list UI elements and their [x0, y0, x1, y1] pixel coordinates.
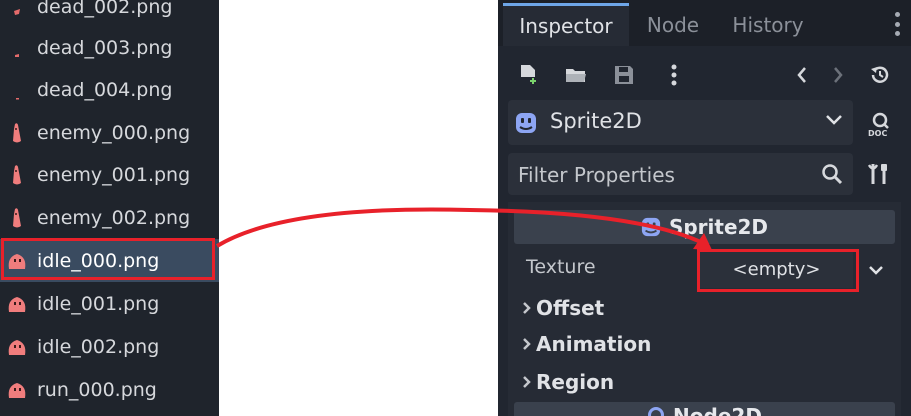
tab-label: Node — [646, 12, 700, 37]
enemy-sprite-icon — [5, 121, 29, 145]
chevron-right-icon — [522, 301, 532, 315]
chevron-right-icon — [522, 337, 532, 351]
slime-sprite-icon — [5, 249, 29, 273]
node2d-icon — [647, 406, 665, 416]
file-item[interactable]: enemy_000.png — [0, 111, 219, 154]
file-item[interactable]: dead_002.png — [0, 0, 219, 28]
node-class-selector[interactable]: Sprite2D — [508, 100, 853, 145]
chevron-down-icon — [825, 112, 843, 131]
tab-history[interactable]: History — [720, 3, 816, 46]
doc-icon[interactable]: DOC — [866, 110, 894, 138]
svg-text:DOC: DOC — [868, 129, 887, 137]
chevron-down-icon[interactable] — [868, 261, 884, 280]
dock-menu-button[interactable] — [895, 12, 901, 36]
file-name: idle_002.png — [37, 335, 160, 358]
new-resource-icon[interactable] — [518, 64, 540, 86]
file-name: enemy_001.png — [37, 163, 191, 186]
forward-arrow-icon[interactable] — [828, 64, 848, 86]
property-list: Sprite2D Texture <empty> Offset Animatio… — [508, 202, 901, 416]
slime-sprite-icon — [5, 378, 29, 402]
back-arrow-icon[interactable] — [792, 64, 812, 86]
more-options-icon[interactable] — [662, 63, 686, 87]
file-item[interactable]: idle_002.png — [0, 325, 219, 368]
node2d-section-header[interactable]: Node2D — [514, 402, 895, 416]
section-title: Sprite2D — [668, 215, 769, 239]
tab-label: Inspector — [519, 14, 613, 38]
subsection-region[interactable]: Region — [522, 365, 614, 399]
file-item[interactable]: dead_004.png — [0, 68, 219, 111]
tab-label: History — [732, 12, 804, 37]
node-class-label: Sprite2D — [550, 109, 642, 133]
sprite2d-section-header[interactable]: Sprite2D — [514, 210, 895, 244]
slime-sprite-icon — [5, 335, 29, 359]
open-folder-icon[interactable] — [564, 64, 588, 86]
tab-inspector[interactable]: Inspector — [503, 3, 629, 46]
enemy-sprite-icon — [5, 206, 29, 230]
texture-annotation-box — [697, 249, 859, 292]
subsection-offset[interactable]: Offset — [522, 291, 604, 325]
filter-properties-field — [508, 153, 853, 195]
sprite2d-icon — [515, 112, 537, 138]
enemy-sprite-icon — [5, 163, 29, 187]
file-name: dead_002.png — [37, 0, 173, 18]
texture-property-row: Texture <empty> — [508, 249, 901, 292]
filesystem-panel: dead_002.png dead_003.png dead_004.png e… — [0, 0, 219, 416]
file-item[interactable]: enemy_001.png — [0, 153, 219, 196]
slime-sprite-icon — [5, 292, 29, 316]
save-icon[interactable] — [612, 64, 636, 86]
inspector-panel: Inspector Node History Sprite2D DOC Filt… — [498, 0, 911, 416]
file-name: idle_001.png — [37, 292, 160, 315]
tools-icon[interactable] — [866, 160, 892, 188]
file-item[interactable]: dead_003.png — [0, 26, 219, 69]
file-item[interactable]: idle_001.png — [0, 282, 219, 325]
subsection-label: Region — [536, 370, 615, 394]
dead-sprite-icon — [5, 78, 29, 102]
texture-label: Texture — [526, 256, 596, 278]
file-name: enemy_002.png — [37, 206, 191, 229]
filter-properties-input[interactable] — [516, 160, 810, 190]
file-item[interactable]: run_000.png — [0, 368, 219, 411]
dead-sprite-icon — [5, 0, 29, 19]
section-title: Node2D — [673, 404, 762, 416]
subsection-label: Offset — [536, 296, 605, 320]
file-name: dead_003.png — [37, 36, 173, 59]
file-name: idle_000.png — [37, 249, 160, 272]
dead-sprite-icon — [5, 36, 29, 60]
subsection-animation[interactable]: Animation — [522, 327, 651, 361]
history-icon[interactable] — [868, 64, 892, 86]
file-name: run_000.png — [37, 378, 157, 401]
chevron-right-icon — [522, 375, 532, 389]
subsection-label: Animation — [536, 332, 652, 356]
search-icon — [821, 163, 843, 189]
tab-node[interactable]: Node — [633, 3, 713, 46]
sprite2d-icon — [641, 217, 661, 237]
file-item-selected[interactable]: idle_000.png — [0, 239, 219, 282]
file-item[interactable]: enemy_002.png — [0, 196, 219, 239]
file-name: enemy_000.png — [37, 121, 191, 144]
dock-tab-bar: Inspector Node History — [498, 0, 911, 46]
file-name: dead_004.png — [37, 78, 173, 101]
